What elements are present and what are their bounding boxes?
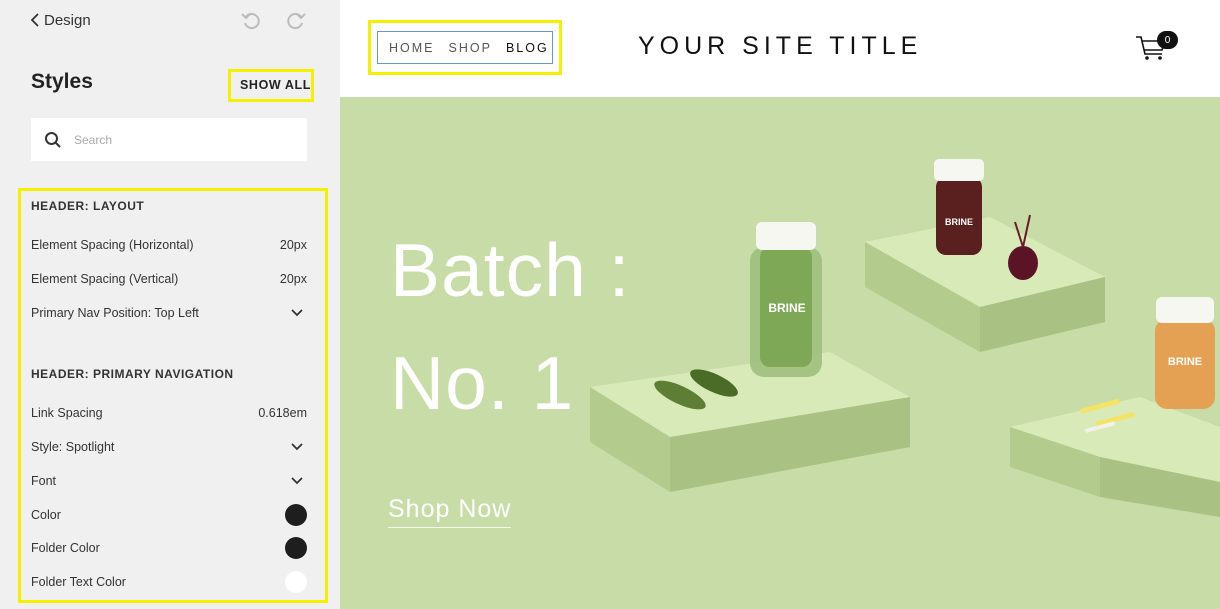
- chevron-left-icon: [30, 13, 39, 27]
- setting-label: Element Spacing (Horizontal): [31, 238, 194, 252]
- styles-panel: Design Styles SHOW ALL HEADER: LAYOUT El…: [0, 0, 340, 609]
- section-heading-header-primary-navigation: HEADER: PRIMARY NAVIGATION: [31, 367, 234, 381]
- setting-element-spacing-vertical[interactable]: Element Spacing (Vertical) 20px: [31, 269, 307, 289]
- search-box[interactable]: [31, 118, 307, 161]
- setting-style-spotlight[interactable]: Style: Spotlight: [31, 437, 307, 457]
- setting-folder-color[interactable]: Folder Color: [31, 537, 307, 559]
- primary-navigation: HOME SHOP BLOG: [377, 31, 553, 64]
- back-to-design-link[interactable]: Design: [30, 10, 91, 30]
- setting-label: Link Spacing: [31, 406, 103, 420]
- setting-label: Folder Color: [31, 541, 100, 555]
- undo-icon[interactable]: [240, 9, 262, 31]
- jar-label-brine: BRINE: [768, 301, 805, 315]
- setting-label: Element Spacing (Vertical): [31, 272, 179, 286]
- chevron-down-icon[interactable]: [291, 306, 307, 320]
- shop-now-link[interactable]: Shop Now: [388, 495, 512, 528]
- setting-label: Style: Spotlight: [31, 440, 115, 454]
- setting-label: Primary Nav Position: Top Left: [31, 306, 199, 320]
- setting-primary-nav-position[interactable]: Primary Nav Position: Top Left: [31, 303, 307, 323]
- site-preview: HOME SHOP BLOG YOUR SITE TITLE 0 BRINE B…: [340, 0, 1220, 609]
- jar-label-brine: BRINE: [945, 217, 973, 227]
- color-swatch[interactable]: [285, 537, 307, 559]
- site-header: HOME SHOP BLOG YOUR SITE TITLE 0: [340, 0, 1220, 97]
- setting-element-spacing-horizontal[interactable]: Element Spacing (Horizontal) 20px: [31, 235, 307, 255]
- chevron-down-icon[interactable]: [291, 440, 307, 454]
- jar-label-brine: BRINE: [1168, 356, 1202, 368]
- setting-label: Font: [31, 474, 57, 488]
- hero-banner: BRINE BRINE BRINE Batch : No. 1 Shop Now: [340, 97, 1220, 609]
- color-swatch[interactable]: [285, 571, 307, 593]
- cart-count-badge: 0: [1157, 31, 1178, 49]
- search-icon: [45, 131, 61, 148]
- color-swatch[interactable]: [285, 504, 307, 526]
- nav-link-blog[interactable]: BLOG: [506, 41, 549, 55]
- setting-folder-text-color[interactable]: Folder Text Color: [31, 571, 307, 593]
- site-title[interactable]: YOUR SITE TITLE: [638, 32, 922, 61]
- setting-link-spacing[interactable]: Link Spacing 0.618em: [31, 403, 307, 423]
- setting-value: 0.618em: [258, 406, 307, 420]
- chevron-down-icon[interactable]: [291, 474, 307, 488]
- nav-link-shop[interactable]: SHOP: [449, 41, 492, 55]
- search-input[interactable]: [74, 132, 294, 147]
- hero-heading-line1: Batch :: [390, 228, 631, 312]
- setting-label: Folder Text Color: [31, 575, 126, 589]
- panel-title: Styles: [31, 70, 93, 93]
- section-heading-header-layout: HEADER: LAYOUT: [31, 199, 145, 213]
- back-label: Design: [44, 11, 91, 29]
- setting-value: 20px: [279, 272, 307, 286]
- setting-font[interactable]: Font: [31, 471, 307, 491]
- show-all-button[interactable]: SHOW ALL: [240, 78, 311, 92]
- setting-label: Color: [31, 508, 61, 522]
- hero-heading-line2: No. 1: [390, 341, 575, 425]
- setting-value: 20px: [279, 238, 307, 252]
- setting-color[interactable]: Color: [31, 504, 307, 526]
- redo-icon[interactable]: [285, 9, 307, 31]
- nav-link-home[interactable]: HOME: [389, 41, 435, 55]
